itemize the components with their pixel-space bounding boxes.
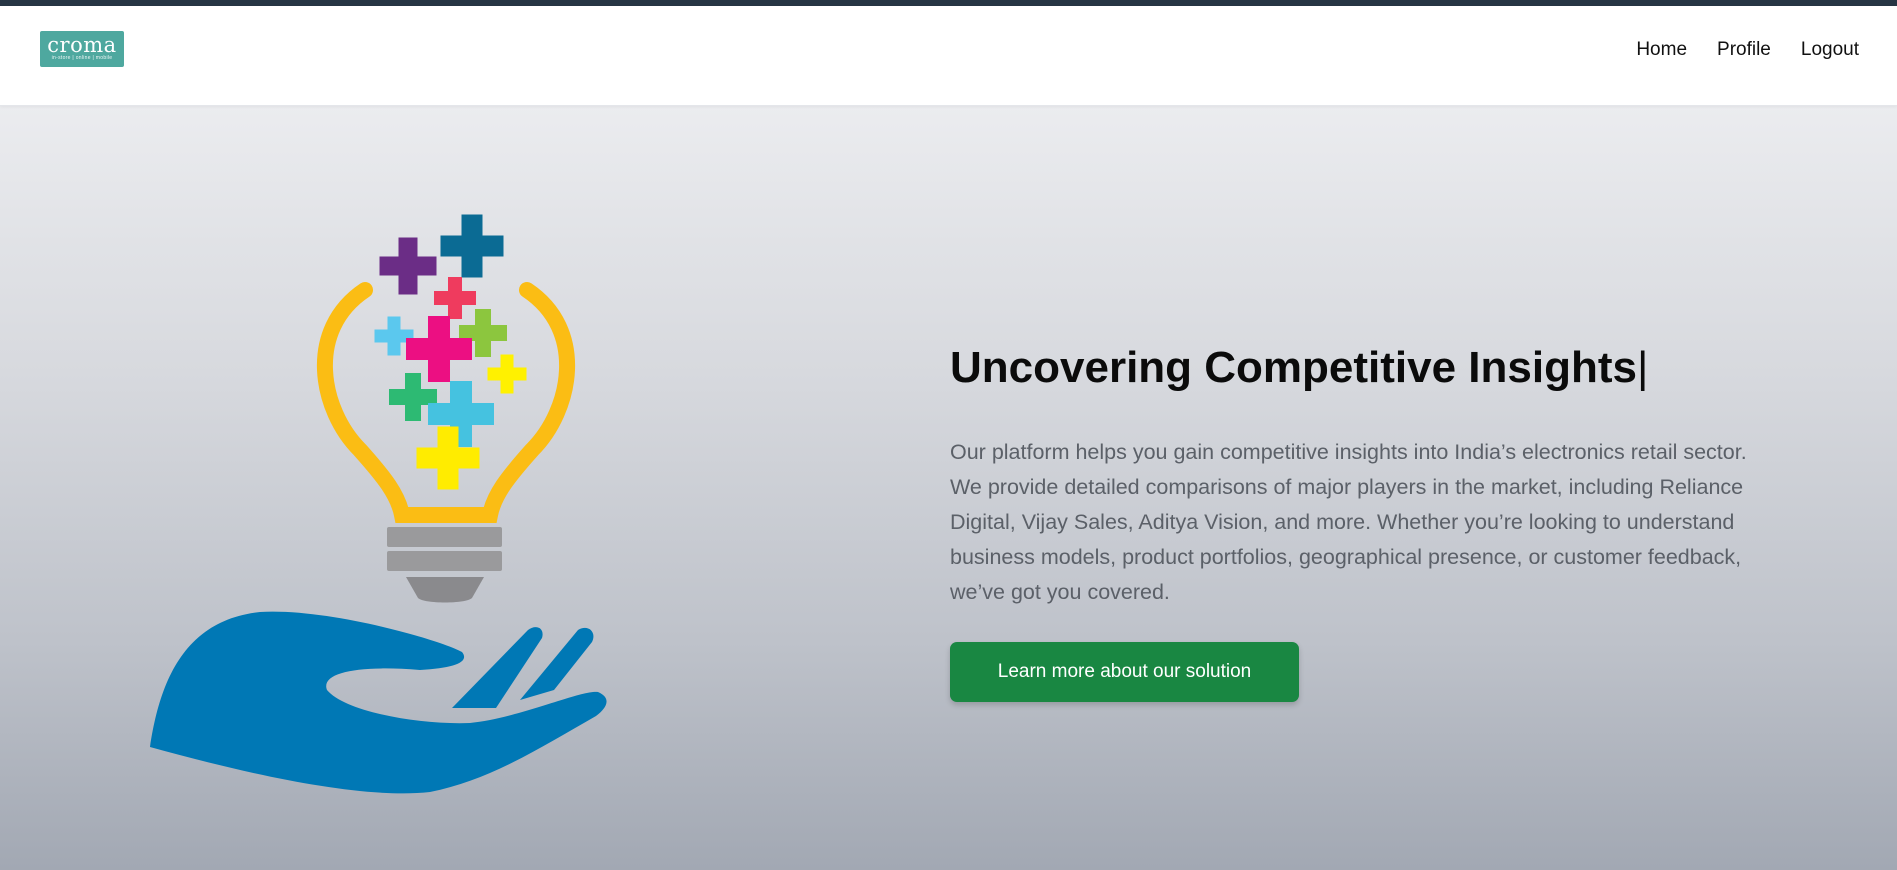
headline-text: Uncovering Competitive Insights <box>950 343 1637 392</box>
logo-wordmark: croma <box>47 33 117 57</box>
navbar: croma in-store | online | mobile Home Pr… <box>0 6 1897 106</box>
open-hand-icon <box>150 611 607 794</box>
hero-description: Our platform helps you gain competitive … <box>950 440 1747 604</box>
learn-more-button[interactable]: Learn more about our solution <box>950 642 1299 702</box>
lightbulb-hand-illustration <box>150 214 607 794</box>
hero-copy: Uncovering Competitive Insights| Our pla… <box>950 341 1890 702</box>
croma-logo[interactable]: croma in-store | online | mobile <box>40 30 124 67</box>
nav-links: Home Profile Logout <box>1606 39 1859 61</box>
hero-headline: Uncovering Competitive Insights| <box>950 341 1890 395</box>
typing-caret: | <box>1636 343 1649 392</box>
nav-home-link[interactable]: Home <box>1636 39 1687 61</box>
logo-tagline: in-store | online | mobile <box>51 55 113 61</box>
nav-logout-link[interactable]: Logout <box>1801 39 1859 61</box>
idea-crosses-icon <box>374 214 527 490</box>
nav-profile-link[interactable]: Profile <box>1717 39 1771 61</box>
hero-section: Uncovering Competitive Insights| Our pla… <box>0 106 1897 870</box>
